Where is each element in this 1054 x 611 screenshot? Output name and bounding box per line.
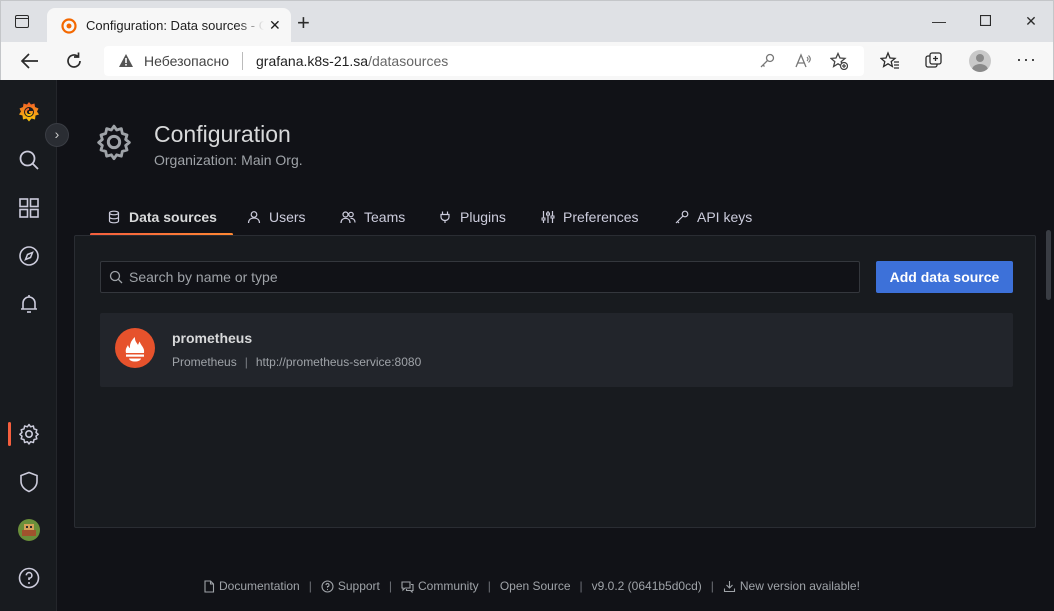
url-text[interactable]: grafana.k8s-21.sa/datasources	[256, 53, 448, 69]
footer-documentation-link[interactable]: Documentation	[203, 579, 300, 593]
tab-label: API keys	[697, 209, 753, 225]
back-icon[interactable]	[19, 50, 41, 72]
footer-separator: |	[388, 579, 392, 593]
help-icon[interactable]	[17, 566, 41, 590]
page-scrollbar[interactable]	[1046, 230, 1051, 300]
shield-icon[interactable]	[17, 470, 41, 494]
new-tab-icon[interactable]: +	[297, 12, 310, 34]
more-menu-icon[interactable]: ···	[1016, 49, 1037, 70]
database-icon	[108, 210, 120, 224]
collections-icon[interactable]	[924, 51, 944, 71]
footer-open-source-link[interactable]: Open Source	[500, 579, 571, 593]
tab-api-keys[interactable]: API keys	[674, 198, 752, 236]
comments-icon	[401, 580, 414, 593]
browser-tab-bar: Configuration: Data sources - Grafana ✕ …	[0, 0, 1054, 43]
main-content: Configuration Organization: Main Org. Da…	[58, 80, 1054, 611]
footer-separator: |	[487, 579, 491, 593]
footer-separator: |	[710, 579, 714, 593]
download-icon	[723, 580, 735, 592]
footer-community-link[interactable]: Community	[401, 579, 479, 593]
version-label: v9.0.2 (0641b5d0cd)	[591, 579, 702, 593]
sliders-icon	[541, 211, 555, 223]
add-data-source-button[interactable]: Add data source	[876, 261, 1013, 293]
footer-separator: |	[308, 579, 312, 593]
data-source-card[interactable]: prometheus Prometheus | http://prometheu…	[100, 313, 1013, 387]
data-sources-panel: Add data source prometheus Prometheus | …	[74, 235, 1036, 528]
dashboards-icon[interactable]	[17, 196, 41, 220]
tab-label: Data sources	[129, 209, 217, 225]
tab-users[interactable]: Users	[247, 198, 306, 236]
search-input[interactable]	[129, 262, 849, 292]
tab-label: Preferences	[563, 209, 639, 225]
url-divider	[242, 52, 243, 70]
configuration-gear-icon	[97, 124, 131, 161]
reload-icon[interactable]	[63, 50, 85, 72]
tab-data-sources[interactable]: Data sources	[90, 198, 233, 236]
data-source-url: http://prometheus-service:8080	[255, 355, 422, 369]
add-favorite-icon[interactable]	[830, 52, 848, 70]
grafana-logo-icon[interactable]	[17, 100, 41, 124]
footer-label: Open Source	[499, 579, 571, 593]
warning-icon[interactable]	[118, 53, 134, 68]
grafana-favicon-icon	[61, 18, 77, 34]
document-icon	[204, 579, 215, 593]
footer-new-version-link[interactable]: New version available!	[723, 579, 860, 593]
page-title: Configuration	[154, 121, 291, 147]
footer-separator: |	[579, 579, 583, 593]
maximize-icon[interactable]	[975, 11, 995, 31]
footer-support-link[interactable]: Support	[321, 579, 380, 593]
user-avatar-icon[interactable]	[17, 518, 41, 542]
footer-label: Support	[337, 579, 380, 593]
tab-label: Teams	[364, 209, 406, 225]
url-host: grafana.k8s-21.sa	[256, 53, 369, 69]
user-icon	[247, 211, 261, 224]
tab-teams[interactable]: Teams	[340, 198, 405, 236]
read-aloud-icon[interactable]	[794, 52, 812, 70]
insecure-label[interactable]: Небезопасно	[144, 53, 229, 69]
search-icon	[109, 270, 123, 284]
minimize-icon[interactable]: —	[929, 11, 949, 31]
browser-tab[interactable]: Configuration: Data sources - Grafana ✕	[47, 8, 291, 43]
question-circle-icon	[321, 579, 334, 593]
explore-compass-icon[interactable]	[17, 244, 41, 268]
tab-preferences[interactable]: Preferences	[541, 198, 638, 236]
tab-actions-icon[interactable]	[15, 15, 29, 28]
tab-plugins[interactable]: Plugins	[438, 198, 506, 236]
footer-label: New version available!	[739, 579, 860, 593]
browser-tab-title: Configuration: Data sources - Grafana	[86, 18, 264, 33]
tab-label: Users	[269, 209, 306, 225]
address-bar: Небезопасно grafana.k8s-21.sa/datasource…	[0, 42, 1054, 80]
plug-icon	[440, 211, 450, 223]
footer-label: Documentation	[219, 579, 300, 593]
data-source-name[interactable]: prometheus	[172, 330, 252, 346]
search-box	[100, 261, 860, 293]
tab-label: Plugins	[460, 209, 506, 225]
close-window-icon[interactable]: ✕	[1021, 11, 1041, 31]
url-field[interactable]: Небезопасно grafana.k8s-21.sa/datasource…	[104, 46, 864, 76]
profile-avatar[interactable]	[969, 50, 991, 72]
expand-sidebar-button[interactable]: ›	[45, 123, 69, 147]
configuration-gear-icon[interactable]	[17, 422, 41, 446]
key-icon[interactable]	[758, 52, 776, 70]
page-subtitle: Organization: Main Org.	[154, 152, 303, 168]
data-source-meta: Prometheus | http://prometheus-service:8…	[172, 355, 421, 369]
meta-separator: |	[244, 355, 248, 369]
prometheus-logo-icon	[115, 328, 155, 368]
footer-version: v9.0.2 (0641b5d0cd)	[592, 579, 702, 593]
favorites-icon[interactable]	[880, 51, 900, 71]
data-source-type: Prometheus	[172, 355, 237, 369]
search-icon[interactable]	[17, 148, 41, 172]
key-icon	[675, 210, 689, 224]
grafana-sidebar	[0, 80, 57, 611]
footer-label: Community	[418, 579, 479, 593]
users-icon	[340, 211, 356, 224]
close-tab-icon[interactable]: ✕	[269, 17, 281, 33]
active-nav-indicator	[8, 422, 11, 446]
footer: Documentation | Support | Community | Op…	[203, 578, 860, 594]
url-path: /datasources	[368, 53, 449, 69]
alerting-bell-icon[interactable]	[17, 292, 41, 316]
